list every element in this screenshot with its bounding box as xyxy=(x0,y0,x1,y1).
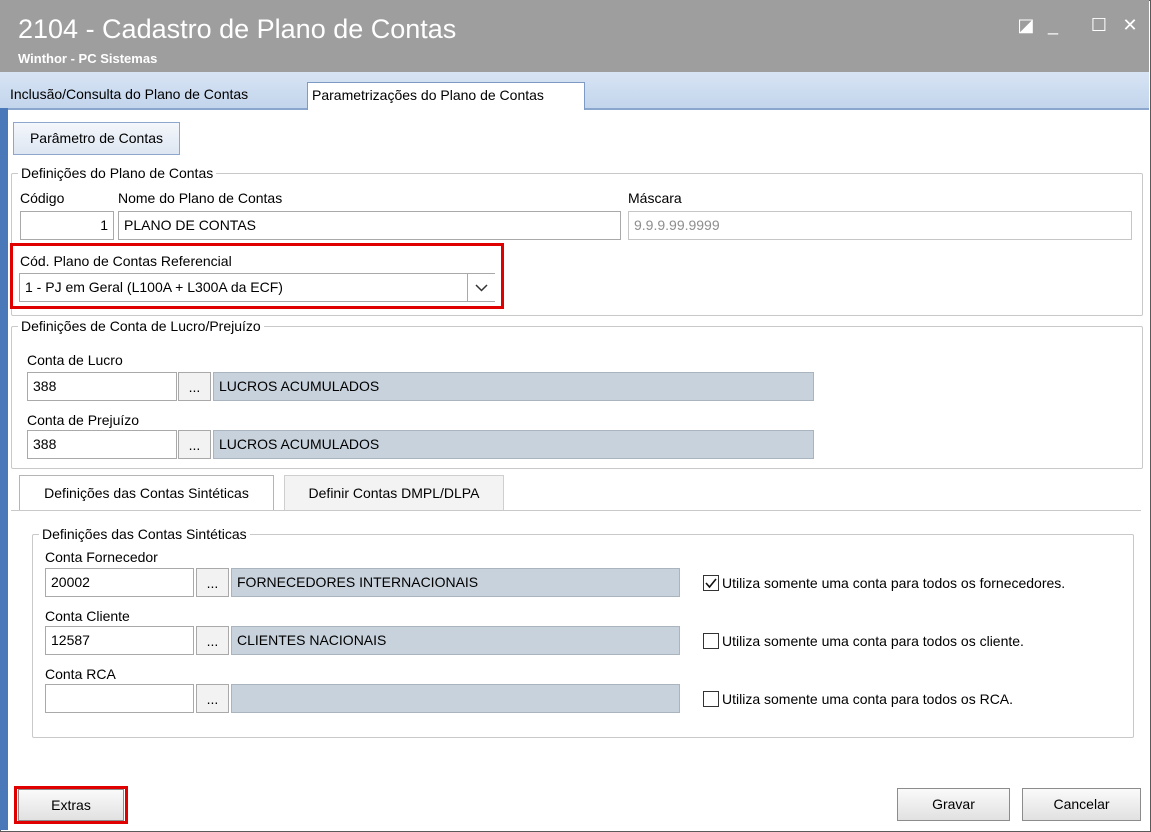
conta-fornecedor-description: FORNECEDORES INTERNACIONAIS xyxy=(231,568,680,597)
tab-parametrizacoes[interactable]: Parametrizações do Plano de Contas xyxy=(307,82,585,110)
cliente-checkbox[interactable] xyxy=(703,633,719,649)
window-subtitle: Winthor - PC Sistemas xyxy=(18,51,158,66)
parametro-de-contas-button[interactable]: Parâmetro de Contas xyxy=(13,122,180,155)
conta-fornecedor-field[interactable]: 20002 xyxy=(45,568,194,597)
rca-checkbox[interactable] xyxy=(703,691,719,707)
conta-prejuizo-label: Conta de Prejuízo xyxy=(27,412,140,428)
window-title: 2104 - Cadastro de Plano de Contas xyxy=(18,14,457,44)
conta-prejuizo-description: LUCROS ACUMULADOS xyxy=(213,430,814,459)
contas-sinteticas-legend: Definições das Contas Sintéticas xyxy=(42,526,247,542)
definicoes-plano-legend: Definições do Plano de Contas xyxy=(21,165,214,181)
conta-cliente-field[interactable]: 12587 xyxy=(45,626,194,655)
mascara-label: Máscara xyxy=(628,190,682,206)
conta-cliente-description: CLIENTES NACIONAIS xyxy=(231,626,680,655)
checkmark-icon xyxy=(705,578,717,589)
close-window-icon[interactable]: ✕ xyxy=(1119,14,1141,36)
conta-fornecedor-label: Conta Fornecedor xyxy=(45,549,158,565)
cliente-checkbox-label[interactable]: Utiliza somente uma conta para todos os … xyxy=(722,633,1024,649)
tab-contas-sinteticas[interactable]: Definições das Contas Sintéticas xyxy=(19,475,274,511)
minimize-window-icon[interactable]: _ xyxy=(1042,14,1064,36)
referencial-dropdown-button[interactable] xyxy=(467,274,495,301)
restore-window-icon[interactable]: ◪ xyxy=(1015,14,1037,36)
codigo-label: Código xyxy=(20,190,65,206)
conta-lucro-lookup-button[interactable]: ... xyxy=(178,372,211,401)
nome-plano-label: Nome do Plano de Contas xyxy=(118,190,283,206)
nome-plano-field[interactable]: PLANO DE CONTAS xyxy=(118,211,621,240)
conta-lucro-label: Conta de Lucro xyxy=(27,352,123,368)
conta-cliente-lookup-button[interactable]: ... xyxy=(196,626,229,655)
extras-button[interactable]: Extras xyxy=(18,789,124,821)
tab-dmpl-dlpa[interactable]: Definir Contas DMPL/DLPA xyxy=(284,475,504,511)
conta-prejuizo-field[interactable]: 388 xyxy=(27,430,177,459)
conta-prejuizo-lookup-button[interactable]: ... xyxy=(178,430,211,459)
fornecedor-checkbox[interactable] xyxy=(703,575,719,591)
inner-tab-divider xyxy=(11,510,1141,511)
conta-lucro-description: LUCROS ACUMULADOS xyxy=(213,372,814,401)
referencial-select-value: 1 - PJ em Geral (L100A + L300A da ECF) xyxy=(25,279,283,295)
conta-rca-label: Conta RCA xyxy=(45,666,116,682)
cancelar-button[interactable]: Cancelar xyxy=(1022,788,1141,821)
conta-lucro-field[interactable]: 388 xyxy=(27,372,177,401)
referencial-label: Cód. Plano de Contas Referencial xyxy=(20,253,232,269)
lucro-prejuizo-legend: Definições de Conta de Lucro/Prejuízo xyxy=(21,318,261,334)
conta-rca-description xyxy=(231,684,680,713)
window-left-edge xyxy=(0,108,8,830)
conta-fornecedor-lookup-button[interactable]: ... xyxy=(196,568,229,597)
conta-cliente-label: Conta Cliente xyxy=(45,608,130,624)
mascara-field: 9.9.9.99.9999 xyxy=(628,211,1132,240)
maximize-window-icon[interactable]: ☐ xyxy=(1088,14,1110,36)
tab-inclusao-consulta[interactable]: Inclusão/Consulta do Plano de Contas xyxy=(6,82,302,108)
codigo-field[interactable]: 1 xyxy=(20,211,114,240)
rca-checkbox-label[interactable]: Utiliza somente uma conta para todos os … xyxy=(722,691,1013,707)
referencial-select[interactable]: 1 - PJ em Geral (L100A + L300A da ECF) xyxy=(19,273,495,302)
conta-rca-field[interactable] xyxy=(45,684,194,713)
conta-rca-lookup-button[interactable]: ... xyxy=(196,684,229,713)
chevron-down-icon xyxy=(475,284,488,292)
gravar-button[interactable]: Gravar xyxy=(897,788,1010,821)
fornecedor-checkbox-label[interactable]: Utiliza somente uma conta para todos os … xyxy=(722,575,1065,591)
